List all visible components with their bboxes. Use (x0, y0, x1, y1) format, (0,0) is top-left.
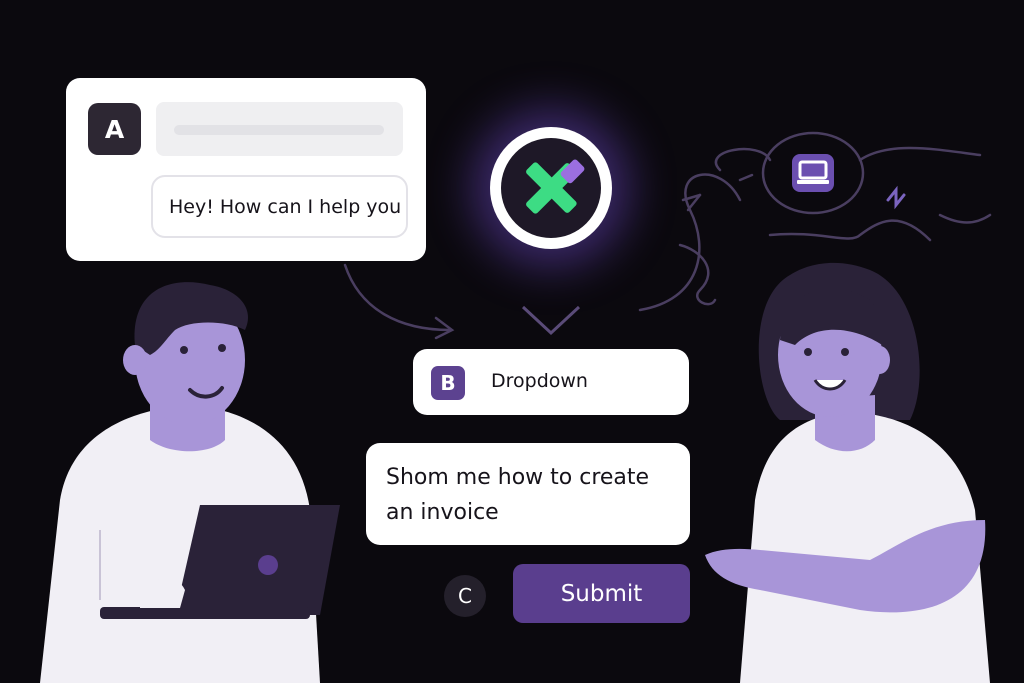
man-figure (40, 282, 320, 683)
x-logo-icon (526, 159, 585, 214)
chevron-down-icon (521, 305, 581, 336)
assistant-greeting-bubble: Hey! How can I help you (151, 175, 408, 238)
woman-figure (705, 262, 990, 683)
lightning-icon (886, 185, 906, 210)
connector-arrow-right (638, 173, 742, 312)
placeholder-line (174, 125, 384, 135)
laptop-badge (778, 152, 848, 194)
laptop-icon (792, 154, 834, 192)
dropdown[interactable]: B Dropdown (413, 349, 689, 415)
badge-c: C (444, 575, 486, 617)
badge-a: A (88, 103, 141, 155)
logo (490, 127, 612, 249)
chat-card: A Hey! How can I help you (66, 78, 426, 261)
badge-b: B (431, 366, 465, 400)
dropdown-label: Dropdown (491, 370, 588, 392)
prompt-input[interactable]: Shom me how to create an invoice (366, 443, 690, 545)
submit-button[interactable]: Submit (513, 564, 690, 623)
connector-arrow-left (343, 263, 452, 332)
